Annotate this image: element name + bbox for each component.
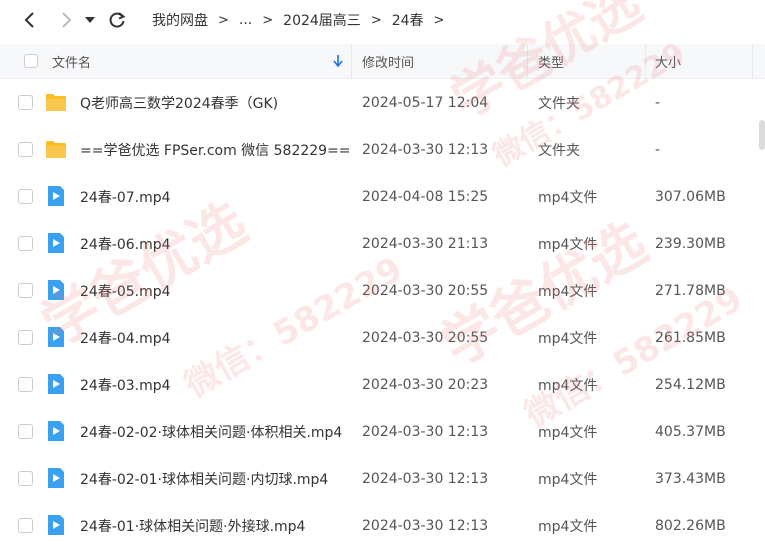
file-name: 24春-02-02·球体相关问题·体积相关.mp4 bbox=[80, 424, 343, 441]
column-header-size[interactable]: 大小 bbox=[655, 44, 681, 78]
breadcrumb-separator-icon: > bbox=[218, 12, 229, 28]
file-name: 24春-05.mp4 bbox=[80, 283, 171, 300]
row-checkbox[interactable] bbox=[18, 377, 33, 392]
file-size: 254.12MB bbox=[655, 376, 726, 393]
video-file-icon bbox=[48, 327, 64, 347]
file-name: 24春-04.mp4 bbox=[80, 330, 171, 347]
modified-time: 2024-03-30 12:13 bbox=[362, 423, 489, 440]
list-item[interactable]: 24春-07.mp4 2024-04-08 15:25 mp4文件 307.06… bbox=[0, 173, 765, 220]
navigation-bar: 我的网盘 > ... > 2024届高三 > 24春 > bbox=[0, 0, 765, 40]
breadcrumb-separator-icon: > bbox=[433, 12, 445, 28]
video-file-icon bbox=[48, 186, 64, 206]
video-file-icon bbox=[48, 374, 64, 394]
list-item[interactable]: 24春-02-02·球体相关问题·体积相关.mp4 2024-03-30 12:… bbox=[0, 408, 765, 455]
file-type: mp4文件 bbox=[538, 189, 598, 206]
column-divider[interactable] bbox=[645, 44, 646, 78]
file-name: 24春-03.mp4 bbox=[80, 377, 171, 394]
list-item[interactable]: 24春-01·球体相关问题·外接球.mp4 2024-03-30 12:13 m… bbox=[0, 502, 765, 549]
modified-time: 2024-04-08 15:25 bbox=[362, 188, 489, 205]
file-name: 24春-06.mp4 bbox=[80, 236, 171, 253]
row-checkbox[interactable] bbox=[18, 424, 33, 439]
scrollbar[interactable] bbox=[759, 120, 765, 150]
file-type: mp4文件 bbox=[538, 518, 598, 535]
column-divider[interactable] bbox=[351, 44, 352, 78]
file-type: 文件夹 bbox=[538, 142, 580, 159]
file-type: mp4文件 bbox=[538, 377, 598, 394]
file-size: 307.06MB bbox=[655, 188, 726, 205]
file-name: 24春-01·球体相关问题·外接球.mp4 bbox=[80, 518, 306, 535]
history-dropdown-icon[interactable] bbox=[82, 8, 98, 32]
modified-time: 2024-03-30 20:23 bbox=[362, 376, 489, 393]
column-header-name[interactable]: 文件名 bbox=[52, 44, 91, 78]
row-checkbox[interactable] bbox=[18, 518, 33, 533]
row-checkbox[interactable] bbox=[18, 142, 33, 157]
list-item[interactable]: 24春-03.mp4 2024-03-30 20:23 mp4文件 254.12… bbox=[0, 361, 765, 408]
breadcrumb-item-parent[interactable]: 2024届高三 bbox=[283, 10, 361, 30]
breadcrumb-item-current[interactable]: 24春 bbox=[392, 10, 424, 30]
row-checkbox[interactable] bbox=[18, 283, 33, 298]
file-size: 261.85MB bbox=[655, 329, 726, 346]
file-size: 405.37MB bbox=[655, 423, 726, 440]
select-all-checkbox[interactable] bbox=[24, 54, 38, 68]
file-type: mp4文件 bbox=[538, 471, 598, 488]
file-name: ==学爸优选 FPSer.com 微信 582229== bbox=[80, 142, 351, 159]
file-type: mp4文件 bbox=[538, 236, 598, 253]
list-item[interactable]: 24春-02-01·球体相关问题·内切球.mp4 2024-03-30 12:1… bbox=[0, 455, 765, 502]
file-name: Q老师高三数学2024春季（GK) bbox=[80, 95, 279, 112]
file-name: 24春-02-01·球体相关问题·内切球.mp4 bbox=[80, 471, 329, 488]
folder-icon bbox=[46, 141, 66, 158]
list-item[interactable]: Q老师高三数学2024春季（GK) 2024-05-17 12:04 文件夹 - bbox=[0, 79, 765, 126]
refresh-icon[interactable] bbox=[106, 8, 128, 32]
list-item[interactable]: 24春-04.mp4 2024-03-30 20:55 mp4文件 261.85… bbox=[0, 314, 765, 361]
row-checkbox[interactable] bbox=[18, 330, 33, 345]
file-name: 24春-07.mp4 bbox=[80, 189, 171, 206]
file-size: 239.30MB bbox=[655, 235, 726, 252]
modified-time: 2024-03-30 20:55 bbox=[362, 282, 489, 299]
modified-time: 2024-03-30 21:13 bbox=[362, 235, 489, 252]
video-file-icon bbox=[48, 233, 64, 253]
modified-time: 2024-05-17 12:04 bbox=[362, 94, 489, 111]
list-item[interactable]: 24春-06.mp4 2024-03-30 21:13 mp4文件 239.30… bbox=[0, 220, 765, 267]
file-type: 文件夹 bbox=[538, 95, 580, 112]
file-size: - bbox=[655, 94, 661, 111]
sort-desc-icon[interactable] bbox=[333, 44, 343, 78]
breadcrumb-separator-icon: > bbox=[370, 12, 382, 28]
column-divider[interactable] bbox=[752, 44, 753, 78]
breadcrumb-separator-icon: > bbox=[262, 12, 274, 28]
folder-icon bbox=[46, 94, 66, 111]
row-checkbox[interactable] bbox=[18, 189, 33, 204]
breadcrumb: 我的网盘 > ... > 2024届高三 > 24春 > bbox=[152, 0, 454, 40]
column-header-time[interactable]: 修改时间 bbox=[362, 44, 414, 78]
column-header-type[interactable]: 类型 bbox=[538, 44, 564, 78]
modified-time: 2024-03-30 12:13 bbox=[362, 470, 489, 487]
file-size: - bbox=[655, 141, 661, 158]
file-list-header: 文件名 修改时间 类型 大小 bbox=[0, 44, 765, 79]
list-item[interactable]: 24春-05.mp4 2024-03-30 20:55 mp4文件 271.78… bbox=[0, 267, 765, 314]
modified-time: 2024-03-30 12:13 bbox=[362, 517, 489, 534]
row-checkbox[interactable] bbox=[18, 95, 33, 110]
breadcrumb-item-root[interactable]: 我的网盘 bbox=[152, 10, 208, 30]
video-file-icon bbox=[48, 515, 64, 535]
video-file-icon bbox=[48, 280, 64, 300]
row-checkbox[interactable] bbox=[18, 471, 33, 486]
column-divider[interactable] bbox=[527, 44, 528, 78]
list-item[interactable]: ==学爸优选 FPSer.com 微信 582229== 2024-03-30 … bbox=[0, 126, 765, 173]
video-file-icon bbox=[48, 468, 64, 488]
modified-time: 2024-03-30 12:13 bbox=[362, 141, 489, 158]
file-size: 271.78MB bbox=[655, 282, 726, 299]
file-type: mp4文件 bbox=[538, 424, 598, 441]
row-checkbox[interactable] bbox=[18, 236, 33, 251]
file-type: mp4文件 bbox=[538, 330, 598, 347]
forward-icon[interactable] bbox=[56, 8, 78, 32]
breadcrumb-item-ellipsis[interactable]: ... bbox=[239, 12, 252, 28]
video-file-icon bbox=[48, 421, 64, 441]
file-type: mp4文件 bbox=[538, 283, 598, 300]
file-size: 373.43MB bbox=[655, 470, 726, 487]
file-size: 802.26MB bbox=[655, 517, 726, 534]
back-icon[interactable] bbox=[18, 8, 40, 32]
modified-time: 2024-03-30 20:55 bbox=[362, 329, 489, 346]
